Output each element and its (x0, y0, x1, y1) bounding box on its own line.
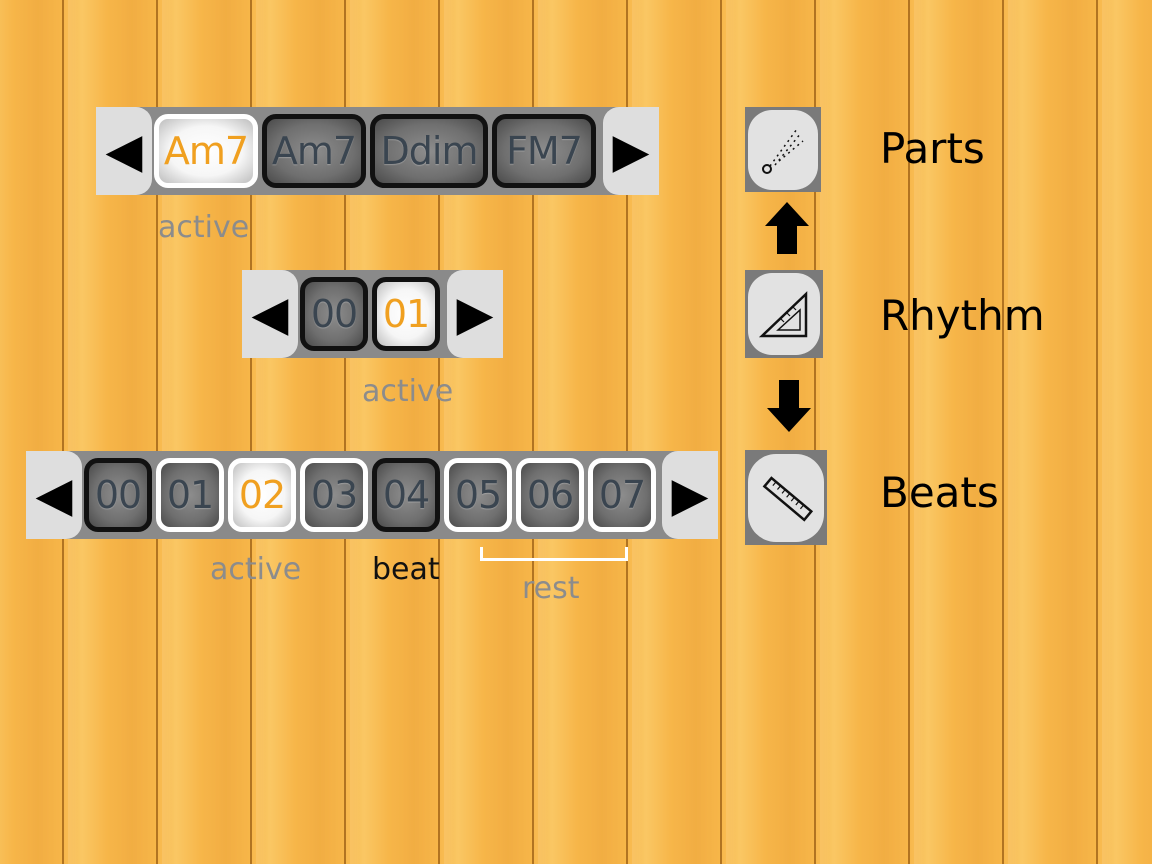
beats-cell-0[interactable]: 00 (84, 458, 152, 532)
left-arrow-icon: ◀ (35, 467, 73, 523)
rhythm-next-button[interactable]: ▶ (447, 270, 503, 358)
oboe-icon (762, 128, 804, 174)
beats-prev-button[interactable]: ◀ (26, 451, 82, 539)
rhythm-cell-0[interactable]: 00 (300, 277, 368, 351)
left-arrow-icon: ◀ (105, 123, 143, 179)
rhythm-prev-button[interactable]: ◀ (242, 270, 298, 358)
down-arrow-icon (767, 380, 811, 432)
right-arrow-icon: ▶ (456, 286, 494, 342)
set-square-icon (758, 291, 808, 338)
beats-active-caption: active (210, 552, 302, 587)
beats-cell-1[interactable]: 01 (156, 458, 224, 532)
right-arrow-icon: ▶ (671, 467, 709, 523)
beats-cells: 00 01 02 03 04 05 06 07 (82, 451, 658, 539)
parts-cell-1[interactable]: Am7 (262, 114, 366, 188)
parts-mode-button[interactable] (745, 107, 821, 192)
up-arrow-icon (765, 202, 809, 254)
parts-cell-3[interactable]: FM7 (492, 114, 596, 188)
rest-bracket (480, 547, 628, 561)
parts-cell-0[interactable]: Am7 (154, 114, 258, 188)
beats-next-button[interactable]: ▶ (662, 451, 718, 539)
beats-cell-2[interactable]: 02 (228, 458, 296, 532)
parts-mode-label: Parts (880, 124, 985, 173)
beats-cell-6[interactable]: 06 (516, 458, 584, 532)
parts-cell-2[interactable]: Ddim (370, 114, 488, 188)
right-arrow-icon: ▶ (612, 123, 650, 179)
beats-beat-caption: beat (372, 552, 440, 587)
parts-cells: Am7 Am7 Ddim FM7 (152, 107, 598, 195)
left-arrow-icon: ◀ (251, 286, 289, 342)
rhythm-mode-label: Rhythm (880, 291, 1045, 340)
parts-selector-bar: ◀ Am7 Am7 Ddim FM7 ▶ (96, 107, 659, 195)
rhythm-cells: 00 01 (298, 270, 442, 358)
beats-cell-7[interactable]: 07 (588, 458, 656, 532)
parts-active-caption: active (158, 210, 250, 245)
beats-mode-label: Beats (880, 468, 999, 517)
beats-cell-5[interactable]: 05 (444, 458, 512, 532)
parts-next-button[interactable]: ▶ (603, 107, 659, 195)
beats-cell-4[interactable]: 04 (372, 458, 440, 532)
rhythm-active-caption: active (362, 374, 454, 409)
beats-mode-button[interactable] (745, 450, 827, 545)
parts-prev-button[interactable]: ◀ (96, 107, 152, 195)
beats-rest-caption: rest (522, 571, 580, 606)
ruler-icon (762, 475, 814, 522)
rhythm-mode-button[interactable] (745, 270, 823, 358)
rhythm-cell-1[interactable]: 01 (372, 277, 440, 351)
beats-cell-3[interactable]: 03 (300, 458, 368, 532)
rhythm-selector-bar: ◀ 00 01 ▶ (242, 270, 503, 358)
beats-selector-bar: ◀ 00 01 02 03 04 05 06 07 ▶ (26, 451, 718, 539)
